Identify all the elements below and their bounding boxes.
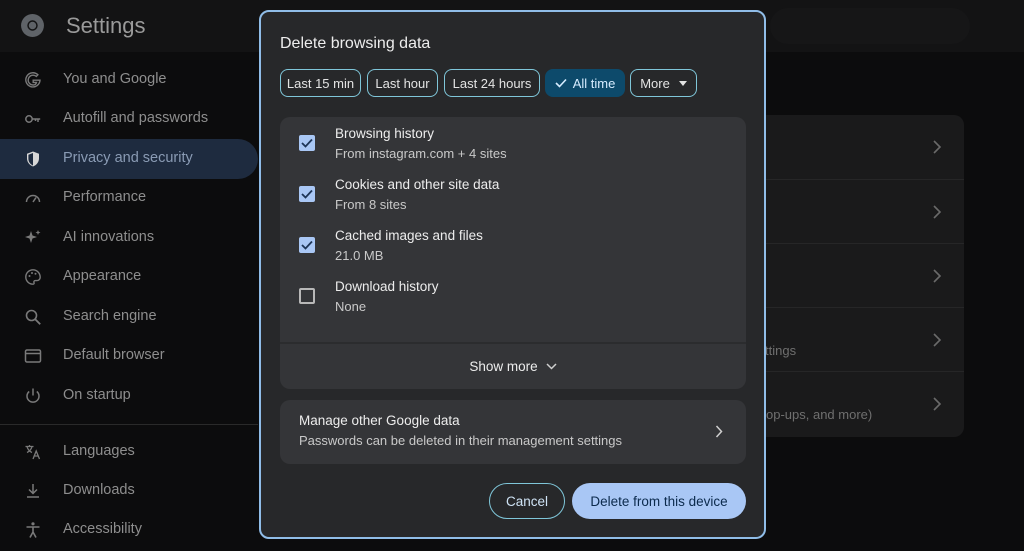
data-types-list: Browsing history From instagram.com + 4 …	[280, 117, 746, 389]
time-range-all-time[interactable]: All time	[545, 69, 625, 97]
sidebar-item-label: Autofill and passwords	[63, 110, 209, 126]
checkbox-checked[interactable]	[299, 135, 315, 151]
checkmark-icon	[301, 138, 313, 148]
show-more-label: Show more	[469, 359, 538, 374]
sidebar-item-label: Performance	[63, 189, 147, 205]
speedometer-icon	[25, 194, 41, 203]
sidebar-item-default-browser[interactable]: Default browser	[0, 336, 258, 376]
item-title: Cookies and other site data	[335, 177, 500, 192]
chevron-right-icon	[933, 333, 942, 347]
settings-row-description: op-ups, and more)	[766, 407, 873, 422]
caret-down-icon	[678, 80, 687, 86]
sidebar-item-label: On startup	[63, 387, 131, 403]
list-item-cached-images[interactable]: Cached images and files 21.0 MB	[280, 219, 746, 270]
chip-label: Last 24 hours	[452, 75, 532, 91]
checkmark-icon	[301, 189, 313, 199]
item-subtitle: 21.0 MB	[335, 248, 384, 263]
sidebar-item-privacy-and-security[interactable]: Privacy and security	[0, 139, 258, 179]
delete-browsing-data-dialog: Delete browsing data Last 15 min Last ho…	[259, 10, 766, 539]
settings-search-bar[interactable]	[770, 8, 970, 44]
chip-label: More	[640, 75, 670, 91]
sidebar: You and Google Autofill and passwords Pr…	[0, 52, 260, 551]
sidebar-item-on-startup[interactable]: On startup	[0, 376, 258, 416]
browser-window-icon	[24, 349, 42, 363]
sidebar-item-label: AI innovations	[63, 229, 155, 245]
sidebar-item-autofill[interactable]: Autofill and passwords	[0, 99, 258, 139]
sidebar-item-you-and-google[interactable]: You and Google	[0, 60, 258, 100]
sidebar-item-label: Privacy and security	[63, 150, 193, 166]
chrome-logo-icon	[21, 14, 44, 37]
time-range-last-24-hours[interactable]: Last 24 hours	[444, 69, 540, 97]
chevron-right-icon	[933, 269, 942, 283]
chip-label: All time	[572, 75, 616, 91]
key-icon	[25, 115, 41, 123]
sidebar-item-appearance[interactable]: Appearance	[0, 257, 258, 297]
manage-google-data-row[interactable]: Manage other Google data Passwords can b…	[280, 400, 746, 464]
item-title: Cached images and files	[335, 228, 483, 243]
download-icon	[27, 484, 39, 498]
sidebar-item-label: You and Google	[63, 71, 167, 87]
sidebar-divider	[0, 424, 258, 425]
sidebar-item-label: Languages	[63, 443, 135, 459]
time-range-more-dropdown[interactable]: More	[630, 69, 697, 97]
sidebar-item-label: Search engine	[63, 308, 157, 324]
sidebar-item-downloads[interactable]: Downloads	[0, 471, 258, 511]
sidebar-item-ai-innovations[interactable]: AI innovations	[0, 218, 258, 258]
google-g-icon	[25, 72, 41, 88]
dialog-title: Delete browsing data	[280, 35, 431, 52]
checkbox-unchecked[interactable]	[299, 288, 315, 304]
chevron-right-icon	[933, 397, 942, 411]
cancel-button[interactable]: Cancel	[489, 483, 565, 519]
list-item-download-history[interactable]: Download history None	[280, 270, 746, 321]
chip-label: Last hour	[375, 75, 430, 91]
checkbox-checked[interactable]	[299, 186, 315, 202]
time-range-last-15-min[interactable]: Last 15 min	[280, 69, 361, 97]
sidebar-item-label: Accessibility	[63, 521, 142, 537]
settings-row-description: ttings	[765, 343, 797, 358]
checkmark-icon	[555, 78, 567, 88]
list-item-browsing-history[interactable]: Browsing history From instagram.com + 4 …	[280, 117, 746, 168]
chevron-right-icon	[933, 205, 942, 219]
show-more-button[interactable]: Show more	[280, 344, 746, 389]
sidebar-item-performance[interactable]: Performance	[0, 178, 258, 218]
sidebar-item-accessibility[interactable]: Accessibility	[0, 510, 258, 550]
palette-icon	[25, 269, 41, 285]
chip-label: Last 15 min	[286, 75, 355, 91]
shield-icon	[27, 151, 39, 167]
chevron-right-icon	[715, 425, 723, 438]
item-title: Download history	[335, 279, 439, 294]
sidebar-item-label: Downloads	[63, 482, 135, 498]
item-title: Browsing history	[335, 126, 435, 141]
manage-title: Manage other Google data	[299, 413, 460, 428]
checkbox-checked[interactable]	[299, 237, 315, 253]
sidebar-item-label: Appearance	[63, 268, 142, 284]
checkmark-icon	[301, 240, 313, 250]
item-subtitle: From instagram.com + 4 sites	[335, 146, 507, 161]
accessibility-icon	[26, 522, 40, 538]
search-icon	[25, 309, 41, 325]
item-subtitle: None	[335, 299, 367, 314]
sparkle-icon	[25, 230, 41, 243]
list-item-cookies[interactable]: Cookies and other site data From 8 sites	[280, 168, 746, 219]
time-range-last-hour[interactable]: Last hour	[367, 69, 438, 97]
translate-icon	[25, 445, 41, 460]
chevron-right-icon	[933, 140, 942, 154]
power-icon	[26, 388, 40, 403]
sidebar-item-languages[interactable]: Languages	[0, 432, 258, 472]
manage-subtitle: Passwords can be deleted in their manage…	[299, 433, 623, 448]
chevron-down-icon	[546, 363, 557, 370]
sidebar-item-search-engine[interactable]: Search engine	[0, 297, 258, 337]
page-title: Settings	[66, 13, 146, 38]
sidebar-item-label: Default browser	[63, 347, 165, 363]
item-subtitle: From 8 sites	[335, 197, 407, 212]
delete-from-device-button[interactable]: Delete from this device	[572, 483, 746, 519]
